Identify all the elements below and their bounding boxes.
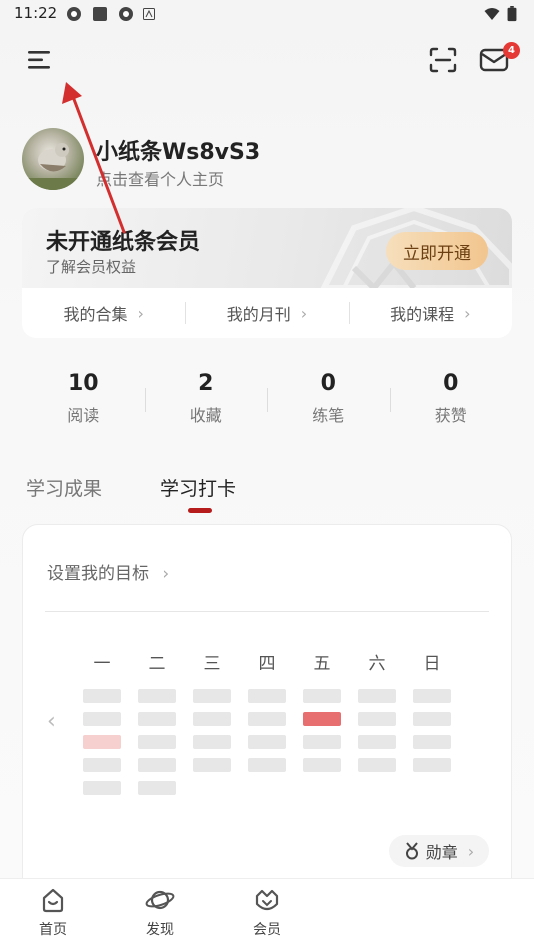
checkin-day-cell <box>138 712 176 726</box>
member-title: 未开通纸条会员 <box>46 230 201 255</box>
stat-value: 0 <box>443 371 459 396</box>
my-collections-label: 我的合集 <box>63 305 128 324</box>
status-time: 11:22 <box>14 4 58 22</box>
member-banner[interactable]: 未开通纸条会员 了解会员权益 立即开通 <box>22 208 512 288</box>
medal-button[interactable]: 勋章 › <box>389 835 489 867</box>
checkin-day-cell <box>83 735 121 749</box>
wifi-icon <box>484 8 500 20</box>
checkin-day-cell <box>193 735 231 749</box>
chevron-right-icon: › <box>464 303 471 323</box>
app-notification-icon <box>67 7 81 21</box>
stat-value: 0 <box>320 371 336 396</box>
member-card: 未开通纸条会员 了解会员权益 立即开通 我的合集 › 我的月刊 › 我的课程 › <box>22 208 512 338</box>
my-collections-link[interactable]: 我的合集 › <box>22 298 185 328</box>
checkin-day-cell <box>303 689 341 703</box>
member-links: 我的合集 › 我的月刊 › 我的课程 › <box>22 298 512 328</box>
active-tab-indicator <box>188 508 212 513</box>
stats-row: 10 阅读 2 收藏 0 练笔 0 获赞 <box>22 366 512 436</box>
checkin-day-cell <box>248 758 286 772</box>
checkin-day-cell <box>358 735 396 749</box>
nav-discover[interactable]: 发现 <box>125 887 195 939</box>
checkin-day-cell <box>303 735 341 749</box>
chevron-right-icon: › <box>467 841 475 861</box>
checkin-day-cell <box>83 712 121 726</box>
checkin-day-cell <box>193 689 231 703</box>
notification-badge: 4 <box>503 42 520 59</box>
nav-discover-label: 发现 <box>146 922 174 938</box>
stat-likes[interactable]: 0 获赞 <box>389 366 513 436</box>
checkin-day-cell <box>358 689 396 703</box>
checkin-day-cell <box>413 712 451 726</box>
nav-home-label: 首页 <box>39 922 67 938</box>
checkin-day-cell <box>303 758 341 772</box>
stat-practice[interactable]: 0 练笔 <box>267 366 390 436</box>
menu-icon[interactable] <box>26 48 54 72</box>
checkin-card: 设置我的目标 › 一 二 三 四 五 六 日 ‹ 勋章 › <box>22 524 512 904</box>
checkin-day-cell <box>138 758 176 772</box>
checkin-day-cell <box>138 735 176 749</box>
my-courses-label: 我的课程 <box>390 305 455 324</box>
checkin-day-cell <box>248 689 286 703</box>
profile-name[interactable]: 小纸条Ws8vS3 <box>96 134 260 166</box>
planet-icon <box>145 890 175 910</box>
checkin-day-cell <box>193 712 231 726</box>
medal-label: 勋章 <box>425 843 458 862</box>
checkin-day-cell <box>83 781 121 795</box>
checkin-day-cell <box>413 758 451 772</box>
app-notification-icon-2 <box>119 7 133 21</box>
medal-icon <box>405 842 418 860</box>
checkin-day-cell <box>303 712 341 726</box>
nav-fade-overlay <box>350 880 534 950</box>
checkin-day-cell <box>358 758 396 772</box>
my-courses-link[interactable]: 我的课程 › <box>348 298 512 328</box>
stat-label: 练笔 <box>312 406 345 425</box>
chevron-right-icon: › <box>137 303 144 323</box>
scan-icon[interactable] <box>428 46 458 74</box>
open-membership-button[interactable]: 立即开通 <box>386 232 488 270</box>
checkin-day-cell <box>413 735 451 749</box>
checkin-day-cell <box>193 758 231 772</box>
checkin-day-cell <box>358 712 396 726</box>
nav-member-label: 会员 <box>253 922 281 938</box>
stat-value: 10 <box>67 371 99 396</box>
my-monthly-label: 我的月刊 <box>226 305 291 324</box>
nav-home[interactable]: 首页 <box>18 887 88 939</box>
square-notification-icon <box>93 7 107 21</box>
checkin-day-cell <box>83 689 121 703</box>
checkin-day-cell <box>413 689 451 703</box>
keyboard-notification-icon <box>143 8 155 20</box>
stat-favorites[interactable]: 2 收藏 <box>144 366 268 436</box>
profile-subtitle[interactable]: 点击查看个人主页 <box>96 166 224 190</box>
home-icon <box>42 888 64 913</box>
checkin-day-cell <box>138 781 176 795</box>
stat-value: 2 <box>198 371 214 396</box>
my-monthly-link[interactable]: 我的月刊 › <box>185 298 348 328</box>
tab-learning-results[interactable]: 学习成果 <box>26 474 102 501</box>
checkin-day-cell <box>138 689 176 703</box>
stat-label: 阅读 <box>67 406 100 425</box>
stat-label: 获赞 <box>434 406 467 425</box>
stat-read[interactable]: 10 阅读 <box>22 366 145 436</box>
nav-member[interactable]: 会员 <box>232 887 302 939</box>
chevron-right-icon: › <box>300 303 308 323</box>
avatar-bird-image <box>22 143 84 190</box>
avatar[interactable] <box>22 128 84 190</box>
member-subtitle: 了解会员权益 <box>46 258 137 276</box>
stat-label: 收藏 <box>189 406 222 425</box>
checkin-day-cell <box>248 712 286 726</box>
vip-crown-icon <box>255 889 279 911</box>
checkin-day-cell <box>83 758 121 772</box>
battery-icon <box>507 6 517 22</box>
status-bar: 11:22 <box>0 0 534 28</box>
checkin-day-cell <box>248 735 286 749</box>
tab-learning-checkin[interactable]: 学习打卡 <box>160 474 236 501</box>
